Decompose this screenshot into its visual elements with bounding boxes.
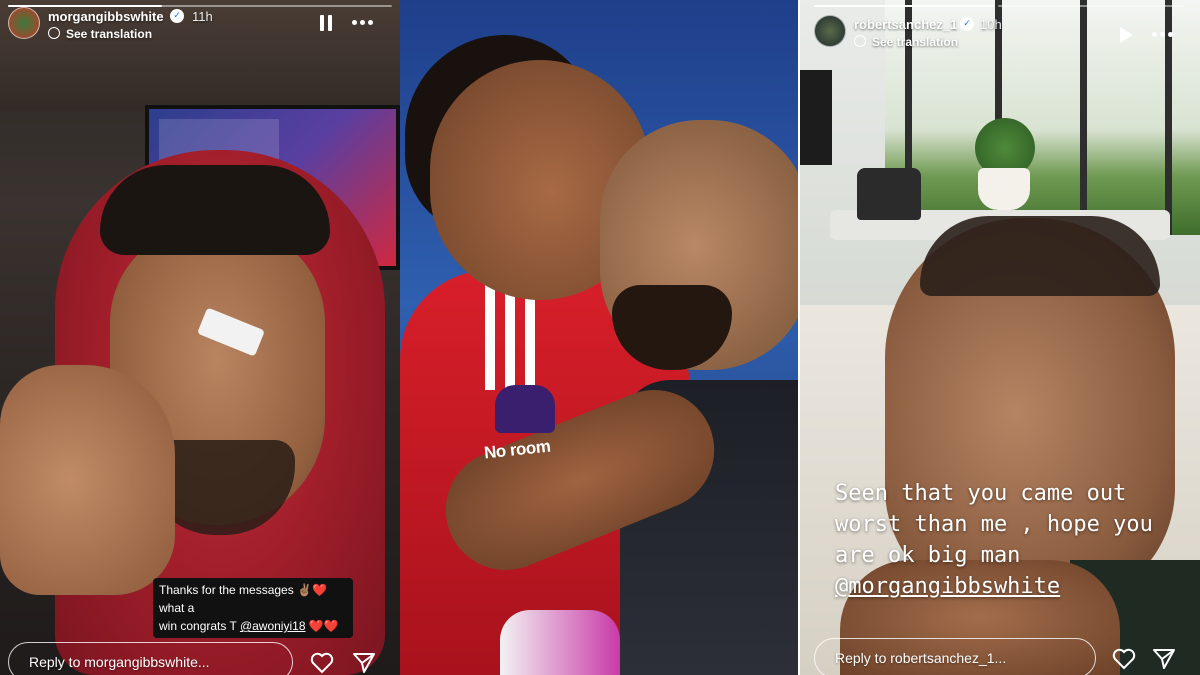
caption-suffix: ❤️❤️ [305, 619, 339, 633]
see-translation-link[interactable]: See translation [872, 35, 958, 49]
story-panel-image[interactable]: No room [400, 0, 800, 675]
story-panel-morgangibbswhite[interactable]: morgangibbswhite ✓ 11h See translation T… [0, 0, 400, 675]
more-icon[interactable] [352, 20, 374, 26]
heart-icon[interactable] [1112, 648, 1136, 670]
story-caption: Thanks for the messages ✌🏽❤️ what a win … [153, 578, 353, 638]
thumbs-up-hand [0, 365, 175, 595]
handbag [857, 168, 921, 220]
story-time: 11h [192, 9, 213, 24]
avatar[interactable] [814, 15, 846, 47]
more-icon[interactable] [1152, 32, 1174, 38]
send-icon[interactable] [1152, 648, 1176, 670]
player-hair [920, 216, 1160, 296]
caption-line-2: win congrats T [159, 619, 240, 633]
caption-line-1: Thanks for the messages ✌🏽❤️ what a [159, 583, 327, 615]
heart-icon[interactable] [310, 652, 334, 674]
plant-pot [978, 168, 1030, 210]
globe-icon [48, 27, 60, 39]
send-icon[interactable] [352, 652, 376, 674]
caption-line-2: worst than me , hope you [835, 512, 1153, 537]
story-caption-text: Seen that you came out worst than me , h… [835, 478, 1175, 602]
player-hair [100, 165, 330, 255]
caption-line-3: are ok big man [835, 543, 1021, 568]
verified-badge-icon: ✓ [960, 17, 974, 31]
goalkeeper-glove [500, 610, 620, 675]
see-translation-link[interactable]: See translation [66, 27, 152, 41]
reply-input[interactable]: Reply to morgangibbswhite... [8, 642, 293, 675]
pause-icon[interactable] [320, 15, 332, 31]
avatar[interactable] [8, 7, 40, 39]
league-badge [495, 385, 555, 433]
story-header: robertsanchez_1 ✓ 10h See translation [800, 15, 1200, 55]
story-progress-bar-2 [998, 5, 1184, 7]
wall-tv [800, 70, 832, 165]
story-header: morgangibbswhite ✓ 11h See translation [0, 7, 400, 47]
reply-input[interactable]: Reply to robertsanchez_1... [814, 638, 1096, 675]
story-username[interactable]: morgangibbswhite [48, 9, 164, 24]
story-username[interactable]: robertsanchez_1 [854, 17, 957, 32]
caption-mention[interactable]: @awoniyi18 [240, 619, 306, 633]
verified-badge-icon: ✓ [170, 9, 184, 23]
story-progress-bar-1 [814, 5, 994, 7]
caption-mention[interactable]: @morgangibbswhite [835, 571, 1175, 602]
story-time: 10h [980, 17, 1002, 32]
caption-line-1: Seen that you came out [835, 481, 1127, 506]
play-icon[interactable] [1120, 27, 1133, 43]
globe-icon [854, 35, 866, 47]
